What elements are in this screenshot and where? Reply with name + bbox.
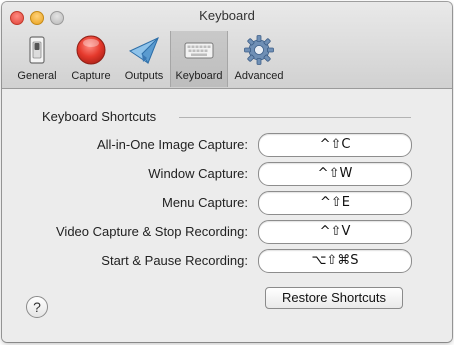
- record-circle-icon: [75, 34, 107, 66]
- keyboard-pane: Keyboard Shortcuts All-in-One Image Capt…: [2, 89, 452, 342]
- shortcut-field-start-pause[interactable]: ⌥⇧⌘S: [258, 249, 412, 273]
- tab-capture[interactable]: Capture: [65, 31, 117, 87]
- shortcut-field-menu-capture[interactable]: ^⇧E: [258, 191, 412, 215]
- tab-general[interactable]: General: [12, 31, 62, 87]
- preferences-window: Keyboard General Capture Outputs Keyboar…: [2, 2, 452, 342]
- shortcut-label-all-in-one: All-in-One Image Capture:: [96, 137, 248, 152]
- tab-outputs[interactable]: Outputs: [119, 31, 169, 87]
- shortcut-field-video-capture[interactable]: ^⇧V: [258, 220, 412, 244]
- shortcut-field-window-capture[interactable]: ^⇧W: [258, 162, 412, 186]
- tab-capture-label: Capture: [71, 70, 111, 82]
- shortcut-label-menu-capture: Menu Capture:: [162, 195, 248, 210]
- restore-shortcuts-button[interactable]: Restore Shortcuts: [265, 287, 403, 309]
- shortcut-label-window-capture: Window Capture:: [148, 166, 248, 181]
- window-title: Keyboard: [199, 8, 255, 23]
- tab-general-label: General: [17, 70, 57, 82]
- help-button[interactable]: ?: [26, 296, 48, 318]
- gear-icon: [243, 34, 275, 66]
- section-divider: [179, 117, 411, 118]
- tab-advanced[interactable]: Advanced: [230, 31, 288, 87]
- tab-outputs-label: Outputs: [124, 70, 164, 82]
- tab-advanced-label: Advanced: [234, 70, 284, 82]
- tab-keyboard[interactable]: Keyboard: [170, 31, 228, 87]
- shortcut-label-start-pause: Start & Pause Recording:: [101, 253, 248, 268]
- toolbar: Keyboard General Capture Outputs Keyboar…: [2, 2, 452, 89]
- paper-plane-icon: [128, 34, 160, 66]
- keyboard-icon: [183, 34, 215, 66]
- section-title: Keyboard Shortcuts: [42, 109, 157, 124]
- general-switch-icon: [21, 34, 53, 66]
- tab-keyboard-label: Keyboard: [175, 70, 223, 82]
- shortcut-label-video-capture: Video Capture & Stop Recording:: [56, 224, 248, 239]
- shortcut-field-all-in-one[interactable]: ^⇧C: [258, 133, 412, 157]
